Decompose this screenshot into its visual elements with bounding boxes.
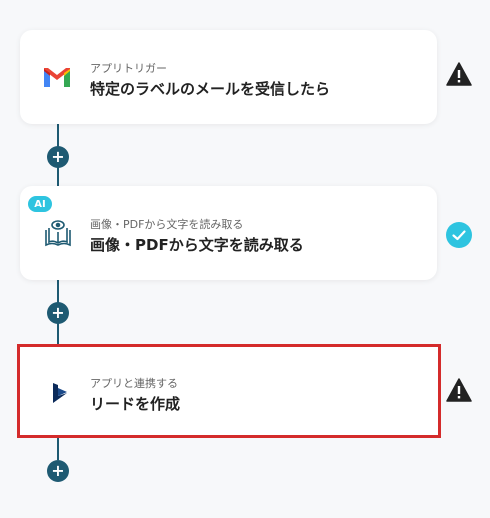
dynamics-icon (50, 381, 70, 405)
step-title: 特定のラベルのメールを受信したら (90, 80, 331, 98)
step-subtitle: アプリと連携する (90, 377, 178, 390)
step-title: 画像・PDFから文字を読み取る (90, 236, 304, 254)
check-icon (446, 222, 472, 252)
step-card-trigger[interactable]: アプリトリガー 特定のラベルのメールを受信したら (20, 30, 437, 124)
warning-icon (446, 62, 472, 90)
connector-line (57, 438, 59, 460)
add-step-button[interactable]: + (47, 146, 69, 168)
step-subtitle: 画像・PDFから文字を読み取る (90, 218, 244, 231)
add-step-button[interactable]: + (47, 460, 69, 482)
step-title: リードを作成 (90, 395, 181, 413)
step-card-create-lead[interactable]: アプリと連携する リードを作成 (17, 344, 441, 438)
step-card-ocr[interactable]: 画像・PDFから文字を読み取る 画像・PDFから文字を読み取る (20, 186, 437, 280)
book-eye-icon (43, 218, 73, 248)
warning-icon (446, 378, 472, 406)
step-subtitle: アプリトリガー (90, 62, 167, 75)
gmail-icon (43, 66, 71, 88)
add-step-button[interactable]: + (47, 302, 69, 324)
ai-badge: AI (28, 196, 52, 212)
